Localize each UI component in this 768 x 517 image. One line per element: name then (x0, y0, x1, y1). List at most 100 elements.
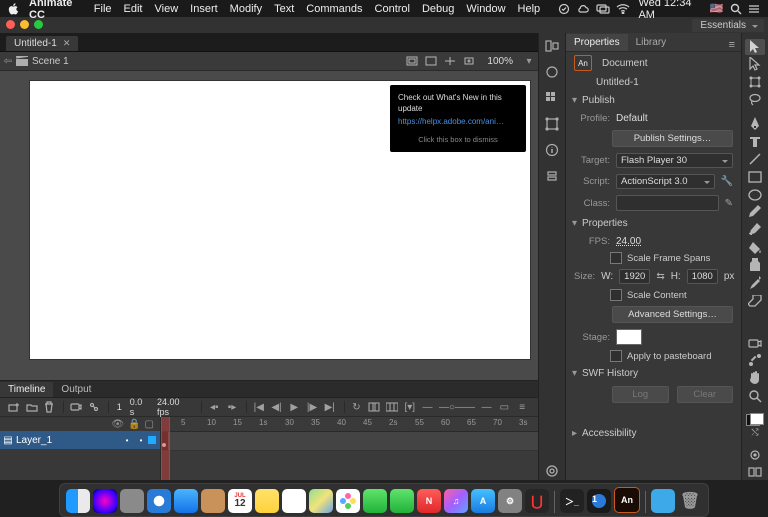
dock-siri[interactable] (93, 489, 117, 513)
dock-maps[interactable] (309, 489, 333, 513)
layer-outline-swatch[interactable] (148, 436, 156, 444)
document-tab[interactable]: Untitled-1 ✕ (6, 36, 78, 51)
bone-tool-icon[interactable] (745, 353, 765, 369)
scale-frame-spans-checkbox[interactable]: Scale Frame Spans (566, 250, 741, 266)
dock-notes[interactable] (255, 489, 279, 513)
oval-tool-icon[interactable] (745, 187, 765, 203)
zoom-tool-icon[interactable] (745, 388, 765, 404)
new-layer-icon[interactable] (6, 400, 22, 414)
dock-terminal[interactable]: ＞_ (560, 489, 584, 513)
tooltip-link[interactable]: https://helpx.adobe.com/ani… (398, 117, 518, 128)
menu-file[interactable]: File (94, 3, 112, 15)
subselection-tool-icon[interactable] (745, 57, 765, 73)
menu-edit[interactable]: Edit (124, 3, 143, 15)
status-cloud-icon[interactable] (576, 3, 590, 15)
publish-settings-button[interactable]: Publish Settings… (612, 130, 733, 147)
dock-animate[interactable]: An (614, 487, 640, 513)
free-transform-tool-icon[interactable] (745, 74, 765, 90)
scale-content-checkbox[interactable]: Scale Content (566, 287, 741, 303)
timeline-zoom-out-icon[interactable]: — (420, 400, 436, 414)
onion-skin-icon[interactable]: ▪▸ (224, 400, 240, 414)
apple-icon[interactable] (8, 3, 19, 15)
panel-transform-icon[interactable] (543, 115, 561, 133)
menu-window[interactable]: Window (466, 3, 505, 15)
class-input[interactable] (616, 195, 719, 211)
timeline-zoom-in-icon[interactable]: — (479, 400, 495, 414)
pencil-tool-icon[interactable] (745, 205, 765, 221)
pasteboard-icon[interactable] (441, 54, 459, 68)
paint-bucket-tool-icon[interactable] (745, 240, 765, 256)
dock-preferences[interactable]: ⚙ (498, 489, 522, 513)
dock-finder[interactable] (66, 489, 90, 513)
insert-keyframe-icon[interactable]: ◂▪ (206, 400, 222, 414)
panel-components-icon[interactable] (543, 167, 561, 185)
playhead[interactable] (161, 417, 170, 480)
zoom-level[interactable]: 100% (483, 56, 521, 67)
class-edit-icon[interactable]: ✎ (725, 198, 733, 209)
onion-skin-outlines-icon[interactable] (366, 400, 382, 414)
status-flag-icon[interactable]: 🇺🇸 (710, 3, 724, 15)
camera-icon[interactable] (68, 400, 84, 414)
layer-parenting-icon[interactable] (86, 400, 102, 414)
eyedropper-tool-icon[interactable] (745, 275, 765, 291)
layer-visible-dot[interactable]: • (120, 436, 134, 445)
minimize-window[interactable] (20, 20, 29, 29)
tab-output[interactable]: Output (53, 382, 99, 397)
new-folder-icon[interactable] (24, 400, 40, 414)
dock-itunes[interactable]: ♫ (444, 489, 468, 513)
menu-debug[interactable]: Debug (422, 3, 454, 15)
line-tool-icon[interactable] (745, 152, 765, 168)
timeline-menu-icon[interactable]: ≡ (514, 400, 530, 414)
text-tool-icon[interactable] (745, 134, 765, 150)
menu-view[interactable]: View (155, 3, 179, 15)
menu-insert[interactable]: Insert (190, 3, 218, 15)
close-window[interactable] (6, 20, 15, 29)
go-first-frame-icon[interactable]: |◀ (251, 400, 267, 414)
delete-layer-icon[interactable] (42, 400, 58, 414)
timeline-zoom-slider[interactable]: —○—— (437, 400, 476, 414)
dock-magnet[interactable]: ⋃ (525, 489, 549, 513)
pen-tool-icon[interactable] (745, 116, 765, 132)
section-properties[interactable]: ▾Properties (566, 214, 741, 233)
layer-row[interactable]: ▤ Layer_1 • • (0, 431, 160, 449)
eraser-tool-icon[interactable] (745, 293, 765, 309)
scene-name[interactable]: Scene 1 (32, 56, 69, 67)
dock-mail[interactable] (174, 489, 198, 513)
menu-modify[interactable]: Modify (230, 3, 262, 15)
selection-tool-icon[interactable] (745, 39, 765, 55)
link-wh-icon[interactable]: ⇆ (656, 272, 664, 282)
dock-downloads[interactable] (651, 489, 675, 513)
menu-commands[interactable]: Commands (306, 3, 362, 15)
clear-button[interactable]: Clear (677, 386, 734, 403)
zoom-window[interactable] (34, 20, 43, 29)
lock-header-icon[interactable]: 🔒 (128, 419, 140, 430)
outline-header-icon[interactable]: ▢ (145, 419, 154, 430)
snap-to-objects-icon[interactable] (745, 447, 765, 463)
panel-color-icon[interactable] (543, 63, 561, 81)
dock-trash[interactable]: 🗑 (678, 489, 702, 513)
app-name[interactable]: Animate CC (29, 0, 84, 21)
marker-icon[interactable]: [▾] (402, 400, 418, 414)
panel-cc-libraries-icon[interactable] (543, 462, 561, 480)
menu-help[interactable]: Help (518, 3, 541, 15)
menu-text[interactable]: Text (274, 3, 294, 15)
hand-tool-icon[interactable] (745, 370, 765, 386)
layer-lock-dot[interactable]: • (134, 436, 148, 445)
rotate-stage-icon[interactable] (460, 54, 478, 68)
tab-library[interactable]: Library (628, 34, 675, 51)
script-select[interactable]: ActionScript 3.0 (616, 174, 715, 189)
menu-control[interactable]: Control (375, 3, 410, 15)
fps-display[interactable]: 24.00 fps (157, 397, 193, 417)
panel-info-icon[interactable] (543, 141, 561, 159)
rectangle-tool-icon[interactable] (745, 169, 765, 185)
close-tab-icon[interactable]: ✕ (63, 38, 71, 49)
dock-appstore[interactable]: A (471, 489, 495, 513)
width-tool-icon[interactable] (745, 311, 765, 327)
width-input[interactable]: 1920 (619, 269, 650, 284)
section-publish[interactable]: ▾Publish (566, 91, 741, 110)
dock-messages[interactable] (363, 489, 387, 513)
current-frame[interactable]: 1 (117, 402, 122, 412)
log-button[interactable]: Log (612, 386, 669, 403)
frame-area[interactable]: 5 10 15 1s 30 35 40 45 2s 55 60 65 70 3s (161, 417, 538, 480)
status-sync-icon[interactable] (558, 3, 570, 15)
